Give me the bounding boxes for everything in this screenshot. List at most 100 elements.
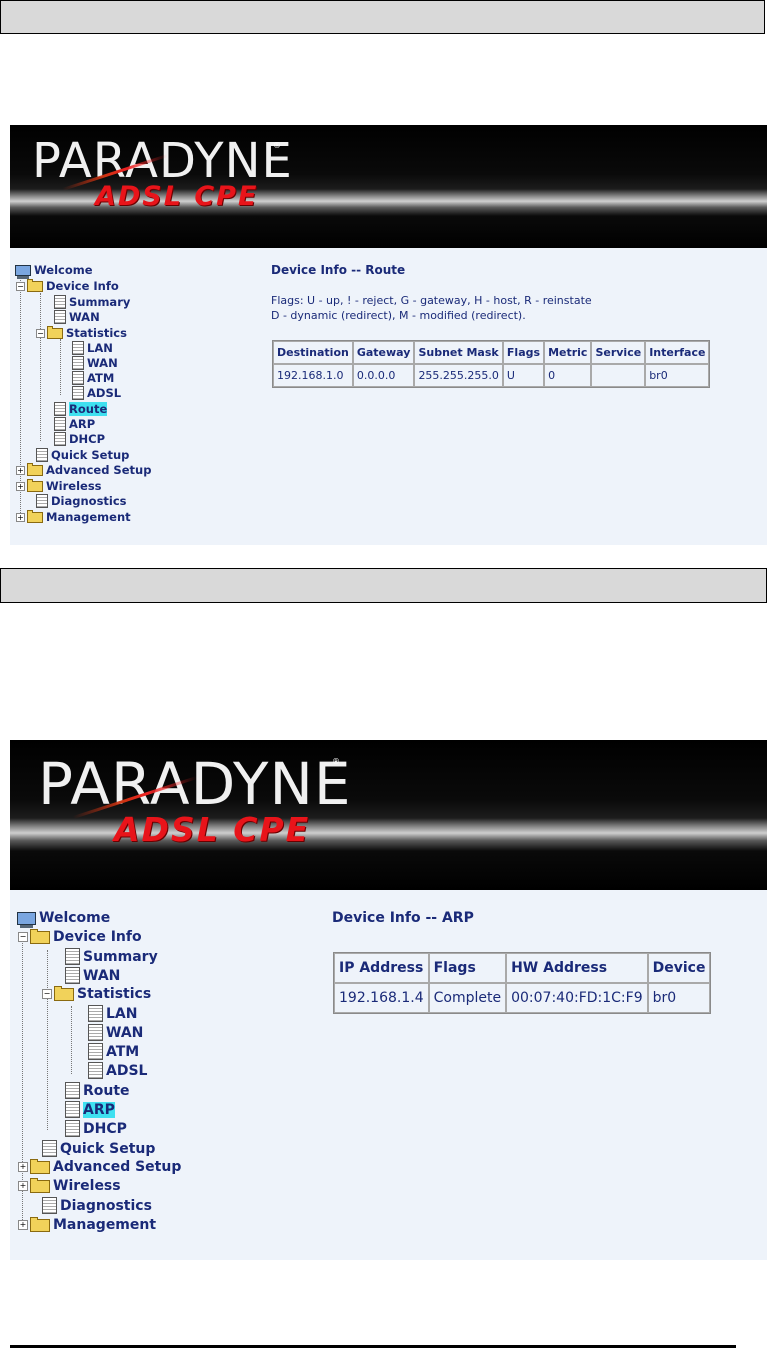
document-icon — [72, 356, 84, 370]
route-logo-mark: ® — [273, 141, 281, 150]
route-nav-route[interactable]: Route — [54, 402, 108, 416]
document-icon — [65, 1120, 80, 1137]
document-icon — [42, 1197, 57, 1214]
route-nav-stats-wan-label: WAN — [87, 356, 118, 370]
arp-nav-lan-label: LAN — [106, 1005, 138, 1022]
route-flags-line-1: Flags: U - up, ! - reject, G - gateway, … — [271, 294, 592, 307]
arp-nav-stats-wan[interactable]: WAN — [88, 1024, 143, 1041]
route-flags-line-2: D - dynamic (redirect), M - modified (re… — [271, 309, 526, 322]
route-nav-tree: Welcome − Device Info Summary WAN − Statis… — [10, 125, 260, 545]
plus-icon[interactable]: + — [18, 1220, 28, 1230]
route-nav-welcome[interactable]: Welcome — [15, 263, 93, 279]
route-nav-wireless-label: Wireless — [46, 479, 102, 493]
section-bar-middle — [0, 568, 767, 603]
route-nav-statistics[interactable]: − Statistics — [36, 325, 127, 340]
arp-table: IP Address Flags HW Address Device 192.1… — [333, 952, 712, 1014]
computer-icon — [15, 264, 31, 279]
route-nav-summary[interactable]: Summary — [54, 295, 130, 309]
route-col-destination: Destination — [273, 341, 353, 364]
arp-nav-welcome[interactable]: Welcome — [17, 910, 110, 928]
route-nav-lan-label: LAN — [87, 341, 113, 355]
route-nav-lan[interactable]: LAN — [72, 341, 113, 355]
arp-nav-stats-wan-label: WAN — [106, 1024, 144, 1041]
route-nav-management-label: Management — [46, 510, 131, 524]
route-nav-management[interactable]: + Management — [16, 509, 131, 524]
folder-icon — [30, 1158, 50, 1174]
document-icon — [65, 967, 80, 984]
arp-nav-wan-label: WAN — [83, 967, 121, 984]
arp-nav-adsl[interactable]: ADSL — [88, 1062, 147, 1079]
arp-nav-quick-setup-label: Quick Setup — [60, 1140, 156, 1157]
arp-nav-atm-label: ATM — [106, 1043, 140, 1060]
footer-rule — [10, 1345, 736, 1348]
route-col-metric: Metric — [544, 341, 592, 364]
route-nav-stats-wan[interactable]: WAN — [72, 356, 118, 370]
folder-open-icon — [54, 985, 74, 1001]
arp-table-header-row: IP Address Flags HW Address Device — [334, 953, 711, 983]
arp-nav-atm[interactable]: ATM — [88, 1043, 139, 1060]
document-icon — [72, 386, 84, 400]
route-nav-wireless[interactable]: + Wireless — [16, 478, 102, 493]
plus-icon[interactable]: + — [16, 512, 25, 522]
arp-col-device: Device — [647, 953, 711, 983]
arp-nav-advanced-setup[interactable]: + Advanced Setup — [18, 1158, 181, 1175]
minus-icon[interactable]: − — [36, 328, 45, 338]
route-nav-arp[interactable]: ARP — [54, 417, 95, 431]
folder-open-icon — [30, 928, 50, 944]
arp-nav-diagnostics-label: Diagnostics — [60, 1197, 152, 1214]
document-icon — [65, 1101, 80, 1118]
arp-cell-ip-address: 192.168.1.4 — [334, 983, 429, 1013]
arp-nav-wireless-label: Wireless — [53, 1178, 121, 1194]
document-icon — [54, 402, 66, 416]
minus-icon[interactable]: − — [16, 281, 25, 291]
arp-nav-lan[interactable]: LAN — [88, 1005, 137, 1022]
plus-icon[interactable]: + — [18, 1181, 28, 1191]
document-icon — [54, 310, 66, 324]
arp-nav-arp[interactable]: ARP — [65, 1101, 115, 1118]
arp-nav-wireless[interactable]: + Wireless — [18, 1177, 121, 1194]
route-col-flags: Flags — [502, 341, 545, 364]
arp-nav-device-info[interactable]: − Device Info — [18, 928, 142, 945]
arp-nav-quick-setup[interactable]: Quick Setup — [42, 1140, 155, 1157]
route-tree-line-2 — [40, 293, 41, 441]
plus-icon[interactable]: + — [16, 481, 25, 491]
route-nav-wan[interactable]: WAN — [54, 310, 100, 324]
arp-nav-tree: Welcome − Device Info Summary WAN − Statis… — [10, 740, 310, 1260]
route-nav-adsl-label: ADSL — [87, 386, 122, 400]
route-tree-line-3 — [60, 339, 61, 395]
document-icon — [36, 448, 48, 462]
arp-nav-adsl-label: ADSL — [106, 1062, 148, 1079]
route-cell-gateway: 0.0.0.0 — [352, 364, 415, 387]
route-nav-dhcp-label: DHCP — [69, 432, 106, 446]
computer-icon — [17, 911, 36, 928]
route-page-title: Device Info -- Route — [271, 263, 406, 277]
route-nav-diagnostics[interactable]: Diagnostics — [36, 494, 127, 508]
route-nav-device-info-label: Device Info — [46, 279, 119, 293]
folder-icon — [30, 1216, 50, 1232]
arp-nav-diagnostics[interactable]: Diagnostics — [42, 1197, 152, 1214]
route-nav-atm[interactable]: ATM — [72, 371, 114, 385]
arp-nav-statistics[interactable]: − Statistics — [42, 985, 151, 1002]
route-nav-advanced-setup[interactable]: + Advanced Setup — [16, 462, 151, 477]
folder-icon — [27, 478, 43, 492]
route-nav-quick-setup[interactable]: Quick Setup — [36, 448, 129, 462]
document-icon — [42, 1140, 57, 1157]
route-nav-dhcp[interactable]: DHCP — [54, 432, 105, 446]
arp-nav-route[interactable]: Route — [65, 1082, 130, 1099]
arp-nav-management-label: Management — [53, 1217, 157, 1233]
plus-icon[interactable]: + — [16, 465, 25, 475]
arp-nav-wan[interactable]: WAN — [65, 967, 120, 984]
minus-icon[interactable]: − — [42, 989, 52, 999]
folder-icon — [27, 509, 43, 523]
arp-nav-management[interactable]: + Management — [18, 1216, 157, 1233]
plus-icon[interactable]: + — [18, 1162, 28, 1172]
route-nav-quick-setup-label: Quick Setup — [51, 448, 130, 462]
arp-screenshot: PARADYNE ® ADSL CPE Welcome − Device Info… — [10, 740, 767, 1260]
arp-col-hw-address: HW Address — [506, 953, 648, 983]
arp-nav-summary[interactable]: Summary — [65, 948, 158, 965]
minus-icon[interactable]: − — [18, 932, 28, 942]
route-nav-adsl[interactable]: ADSL — [72, 386, 121, 400]
route-nav-device-info[interactable]: − Device Info — [16, 278, 119, 293]
table-row: 192.168.1.4 Complete 00:07:40:FD:1C:F9 b… — [334, 983, 711, 1013]
arp-nav-dhcp[interactable]: DHCP — [65, 1120, 127, 1137]
